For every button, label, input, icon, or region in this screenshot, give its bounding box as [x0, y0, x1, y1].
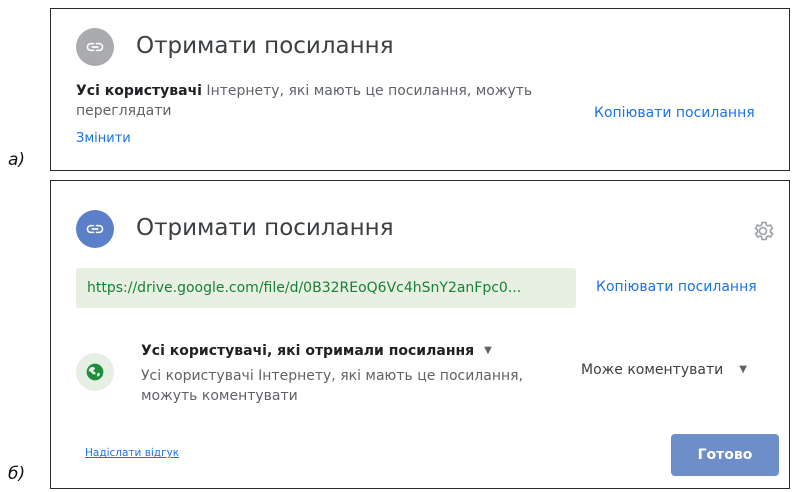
change-access-link[interactable]: Змінити: [76, 131, 131, 146]
role-label: Може коментувати: [581, 362, 724, 378]
share-dialog-expanded: Отримати посилання https://drive.google.…: [50, 180, 790, 489]
access-scope-description: Усі користувачі Інтернету, які мають це …: [141, 366, 523, 406]
dialog-title: Отримати посилання: [136, 215, 394, 241]
access-scope-rest: Інтернету, які мають це посилання, можут…: [201, 83, 533, 99]
link-icon: [76, 28, 114, 66]
dialog-title: Отримати посилання: [136, 33, 394, 59]
role-dropdown[interactable]: Може коментувати ▼: [581, 362, 747, 378]
figure-label-b: б): [8, 464, 26, 484]
gear-icon[interactable]: [751, 219, 775, 243]
link-icon: [76, 210, 114, 248]
share-url-field[interactable]: https://drive.google.com/file/d/0B32REoQ…: [76, 268, 576, 308]
done-button[interactable]: Готово: [671, 434, 779, 476]
copy-link-button[interactable]: Копіювати посилання: [594, 105, 755, 121]
scope-desc-line2: можуть коментувати: [141, 388, 298, 404]
caret-down-icon: ▼: [739, 364, 747, 375]
caret-down-icon: ▼: [484, 345, 492, 356]
access-description: Усі користувачі Інтернету, які мають це …: [76, 81, 576, 121]
send-feedback-link[interactable]: Надіслати відгук: [85, 447, 179, 459]
access-scope-bold: Усі користувачі: [76, 83, 202, 99]
scope-desc-line1: Усі користувачі Інтернету, які мають це …: [141, 368, 524, 384]
access-scope-dropdown[interactable]: Усі користувачі, які отримали посилання ▼: [141, 343, 492, 359]
copy-link-button[interactable]: Копіювати посилання: [596, 279, 757, 295]
figure-label-a: a): [8, 150, 26, 170]
access-scope-line2: переглядати: [76, 103, 172, 119]
share-dialog-collapsed: Отримати посилання Усі користувачі Інтер…: [50, 8, 790, 171]
access-scope-label: Усі користувачі, які отримали посилання: [141, 343, 475, 359]
globe-icon: [76, 353, 114, 391]
